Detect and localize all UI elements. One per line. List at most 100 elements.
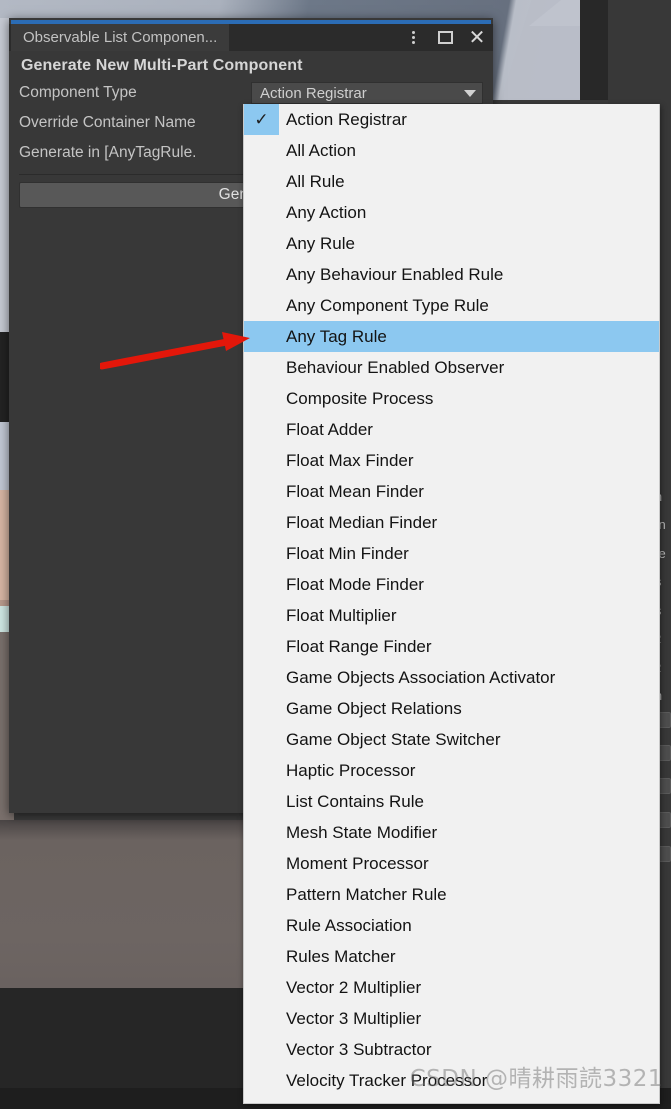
dropdown-option[interactable]: Composite Process bbox=[244, 383, 659, 414]
check-slot bbox=[244, 693, 279, 724]
dropdown-option[interactable]: Vector 2 Multiplier bbox=[244, 972, 659, 1003]
form-title: Generate New Multi-Part Component bbox=[21, 57, 303, 74]
dropdown-option[interactable]: Behaviour Enabled Observer bbox=[244, 352, 659, 383]
dropdown-option[interactable]: Float Adder bbox=[244, 414, 659, 445]
dropdown-option[interactable]: Float Mean Finder bbox=[244, 476, 659, 507]
check-slot bbox=[244, 445, 279, 476]
label-component-type: Component Type bbox=[19, 84, 137, 101]
dropdown-option[interactable]: Moment Processor bbox=[244, 848, 659, 879]
check-slot bbox=[244, 1065, 279, 1096]
dropdown-option-label: Any Component Type Rule bbox=[286, 295, 489, 315]
dropdown-option[interactable]: List Contains Rule bbox=[244, 786, 659, 817]
dropdown-option-label: Float Max Finder bbox=[286, 450, 414, 470]
component-type-value: Action Registrar bbox=[260, 84, 367, 102]
dropdown-option-label: Pattern Matcher Rule bbox=[286, 884, 447, 904]
check-slot bbox=[244, 383, 279, 414]
dropdown-option[interactable]: Any Action bbox=[244, 197, 659, 228]
dropdown-option-label: Float Min Finder bbox=[286, 543, 409, 563]
check-slot bbox=[244, 786, 279, 817]
dropdown-option-label: Rules Matcher bbox=[286, 946, 396, 966]
dropdown-option[interactable]: Float Mode Finder bbox=[244, 569, 659, 600]
dropdown-option-label: Any Behaviour Enabled Rule bbox=[286, 264, 504, 284]
close-icon[interactable]: ✕ bbox=[467, 28, 487, 48]
check-slot bbox=[244, 476, 279, 507]
chevron-down-icon bbox=[464, 89, 476, 97]
check-slot bbox=[244, 321, 279, 352]
dropdown-option[interactable]: Float Multiplier bbox=[244, 600, 659, 631]
dropdown-option-label: Any Tag Rule bbox=[286, 326, 387, 346]
dropdown-option[interactable]: Mesh State Modifier bbox=[244, 817, 659, 848]
check-slot bbox=[244, 848, 279, 879]
dropdown-option-label: List Contains Rule bbox=[286, 791, 424, 811]
dropdown-option-label: Any Action bbox=[286, 202, 367, 222]
dropdown-option[interactable]: Float Max Finder bbox=[244, 445, 659, 476]
dropdown-option[interactable]: Rule Association bbox=[244, 910, 659, 941]
dropdown-option[interactable]: Float Range Finder bbox=[244, 631, 659, 662]
check-slot bbox=[244, 972, 279, 1003]
dropdown-option[interactable]: Pattern Matcher Rule bbox=[244, 879, 659, 910]
watermark: CSDN @晴耕雨読3321 bbox=[409, 1066, 663, 1092]
dropdown-option-label: Float Mode Finder bbox=[286, 574, 424, 594]
window-controls: ✕ bbox=[403, 24, 487, 51]
dropdown-option-label: Vector 3 Subtractor bbox=[286, 1039, 432, 1059]
check-slot bbox=[244, 600, 279, 631]
dropdown-option-label: Float Median Finder bbox=[286, 512, 438, 532]
check-slot bbox=[244, 662, 279, 693]
component-type-dropdown[interactable]: Action Registrar bbox=[251, 82, 483, 104]
check-slot bbox=[244, 166, 279, 197]
dropdown-option[interactable]: Vector 3 Multiplier bbox=[244, 1003, 659, 1034]
dropdown-option[interactable]: Game Object Relations bbox=[244, 693, 659, 724]
dropdown-option[interactable]: ✓ Action Registrar bbox=[244, 104, 659, 135]
dropdown-option[interactable]: Float Min Finder bbox=[244, 538, 659, 569]
maximize-icon[interactable] bbox=[435, 28, 455, 48]
check-slot bbox=[244, 197, 279, 228]
component-type-dropdown-list[interactable]: ✓ Action Registrar All Action All Rule Any A… bbox=[243, 104, 660, 1104]
check-slot bbox=[244, 135, 279, 166]
dropdown-option[interactable]: Any Rule bbox=[244, 228, 659, 259]
dropdown-option[interactable]: All Rule bbox=[244, 166, 659, 197]
dropdown-option-label: Rule Association bbox=[286, 915, 412, 935]
dropdown-option-label: Mesh State Modifier bbox=[286, 822, 438, 842]
dropdown-option[interactable]: Float Median Finder bbox=[244, 507, 659, 538]
window-tab[interactable]: Observable List Componen... bbox=[11, 24, 230, 51]
check-slot bbox=[244, 414, 279, 445]
dropdown-option-label: All Rule bbox=[286, 171, 345, 191]
dropdown-option-label: Vector 3 Multiplier bbox=[286, 1008, 422, 1028]
dropdown-option-label: Game Object Relations bbox=[286, 698, 462, 718]
label-generate-in: Generate in [AnyTagRule. bbox=[19, 144, 197, 161]
dropdown-option-label: Float Multiplier bbox=[286, 605, 397, 625]
check-slot bbox=[244, 941, 279, 972]
check-slot bbox=[244, 631, 279, 662]
check-slot bbox=[244, 228, 279, 259]
dropdown-option-label: Game Object State Switcher bbox=[286, 729, 501, 749]
dropdown-option[interactable]: Any Behaviour Enabled Rule bbox=[244, 259, 659, 290]
window-titlebar[interactable]: Observable List Componen... ✕ bbox=[9, 24, 493, 51]
check-slot bbox=[244, 259, 279, 290]
dropdown-option[interactable]: Game Object State Switcher bbox=[244, 724, 659, 755]
dropdown-option[interactable]: Any Tag Rule bbox=[244, 321, 659, 352]
dropdown-option-label: Behaviour Enabled Observer bbox=[286, 357, 505, 377]
window-tab-label: Observable List Componen... bbox=[23, 29, 218, 46]
kebab-menu-icon[interactable] bbox=[403, 28, 423, 48]
row-component-type: Component Type Action Registrar bbox=[19, 80, 483, 106]
check-slot bbox=[244, 507, 279, 538]
dropdown-option[interactable]: Any Component Type Rule bbox=[244, 290, 659, 321]
dropdown-option[interactable]: Game Objects Association Activator bbox=[244, 662, 659, 693]
dropdown-option[interactable]: Rules Matcher bbox=[244, 941, 659, 972]
check-slot bbox=[244, 1034, 279, 1065]
dropdown-option-label: Float Adder bbox=[286, 419, 373, 439]
dropdown-option-label: All Action bbox=[286, 140, 356, 160]
dropdown-option-label: Composite Process bbox=[286, 388, 434, 408]
dropdown-option-label: Any Rule bbox=[286, 233, 355, 253]
check-icon: ✓ bbox=[244, 104, 279, 135]
dropdown-option[interactable]: All Action bbox=[244, 135, 659, 166]
screen-root: · ir ir ir ir in Jn Te is is R R in Obse… bbox=[0, 0, 671, 1109]
dropdown-option-label: Vector 2 Multiplier bbox=[286, 977, 422, 997]
label-override-container-name: Override Container Name bbox=[19, 114, 196, 131]
check-slot bbox=[244, 724, 279, 755]
check-slot bbox=[244, 538, 279, 569]
dropdown-option-label: Game Objects Association Activator bbox=[286, 667, 556, 687]
dropdown-option-label: Haptic Processor bbox=[286, 760, 416, 780]
check-slot bbox=[244, 910, 279, 941]
dropdown-option[interactable]: Haptic Processor bbox=[244, 755, 659, 786]
